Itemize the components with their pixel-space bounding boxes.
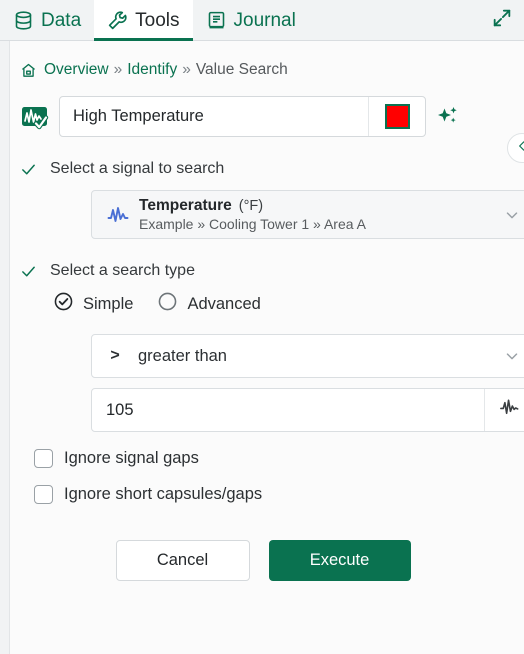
breadcrumb-item-overview[interactable]: Overview — [44, 61, 109, 79]
collapse-panel-handle[interactable] — [507, 133, 524, 163]
ignore-signal-gaps-row[interactable]: Ignore signal gaps — [34, 449, 524, 468]
signal-unit: (°F) — [238, 198, 264, 214]
pick-value-from-signal-button[interactable] — [484, 389, 524, 431]
ignore-short-capsules-gaps-row[interactable]: Ignore short capsules/gaps — [34, 485, 524, 504]
color-picker-button[interactable] — [368, 97, 425, 136]
search-type-section-title: Select a search type — [50, 262, 195, 279]
threshold-value-input[interactable] — [92, 389, 484, 431]
tab-data-label: Data — [41, 9, 82, 31]
radio-unselected-icon — [157, 291, 178, 317]
search-type-radio-group: Simple Advanced — [53, 291, 524, 317]
tab-journal-label: Journal — [233, 9, 296, 31]
signal-name: Temperature — [139, 197, 232, 214]
ignore-signal-gaps-label: Ignore signal gaps — [64, 449, 199, 467]
signal-waveform-icon — [498, 396, 521, 424]
tool-name-row — [20, 96, 524, 137]
signal-asset-path: Example » Cooling Tower 1 » Area A — [139, 216, 366, 232]
chevron-down-icon — [503, 347, 521, 365]
value-search-tool-panel: Data Tools Journal Overview » Identify »… — [0, 0, 524, 654]
execute-button[interactable]: Execute — [268, 540, 411, 581]
home-icon[interactable] — [20, 62, 37, 79]
operator-dropdown[interactable]: > greater than — [91, 334, 524, 378]
chevron-down-icon — [503, 206, 521, 224]
radio-option-simple[interactable]: Simple — [53, 291, 133, 317]
search-type-section: Select a search type Simple Advanced > g… — [11, 262, 524, 504]
tab-tools[interactable]: Tools — [94, 0, 193, 41]
main-tab-bar: Data Tools Journal — [0, 0, 524, 41]
expand-panel-button[interactable] — [489, 7, 515, 33]
threshold-value-field — [91, 388, 524, 432]
tool-panel: Overview » Identify » Value Search High … — [0, 41, 524, 654]
wrench-icon — [107, 10, 128, 31]
radio-selected-icon — [53, 291, 74, 317]
cancel-button[interactable]: Cancel — [115, 540, 250, 581]
expand-arrows-icon — [491, 7, 513, 34]
book-icon — [206, 10, 227, 31]
search-type-section-header: Select a search type — [20, 262, 524, 280]
tab-data[interactable]: Data — [0, 0, 94, 41]
breadcrumb-item-identify[interactable]: Identify — [127, 61, 177, 79]
signal-section-header: Select a signal to search — [20, 160, 524, 178]
checkmark-icon — [20, 263, 37, 280]
radio-option-advanced[interactable]: Advanced — [157, 291, 261, 317]
signal-waveform-icon — [106, 203, 130, 227]
breadcrumb-separator: » — [113, 61, 123, 78]
signal-select-dropdown[interactable]: Temperature (°F) Example » Cooling Tower… — [91, 190, 524, 239]
radio-label-advanced: Advanced — [187, 294, 261, 313]
checkbox-unchecked-icon — [34, 449, 53, 468]
tab-tools-label: Tools — [135, 9, 180, 31]
color-swatch — [384, 104, 410, 129]
radio-label-simple: Simple — [83, 294, 134, 313]
tab-journal[interactable]: Journal — [193, 0, 309, 41]
signal-section-title: Select a signal to search — [50, 160, 225, 177]
checkbox-unchecked-icon — [34, 485, 53, 504]
action-button-row: Cancel Execute — [11, 540, 524, 581]
ignore-short-capsules-gaps-label: Ignore short capsules/gaps — [64, 485, 263, 503]
sparkles-icon[interactable] — [435, 104, 461, 130]
signal-section: Select a signal to search Temperature (°… — [11, 160, 524, 239]
breadcrumb-separator: » — [182, 61, 191, 78]
checkmark-icon — [20, 161, 37, 178]
breadcrumb-item-value-search: Value Search — [195, 61, 288, 78]
operator-label: greater than — [138, 346, 227, 365]
tool-name-field — [59, 96, 426, 137]
chevron-left-icon — [515, 139, 524, 158]
tool-name-input[interactable] — [60, 97, 368, 136]
database-icon — [13, 10, 34, 31]
value-search-tool-icon — [20, 102, 50, 132]
panel-content: Overview » Identify » Value Search High … — [11, 41, 524, 654]
signal-select-text: Temperature (°F) Example » Cooling Tower… — [139, 197, 503, 232]
operator-symbol: > — [110, 347, 120, 364]
panel-left-rail — [0, 41, 10, 654]
breadcrumb: Overview » Identify » Value Search — [11, 41, 524, 79]
